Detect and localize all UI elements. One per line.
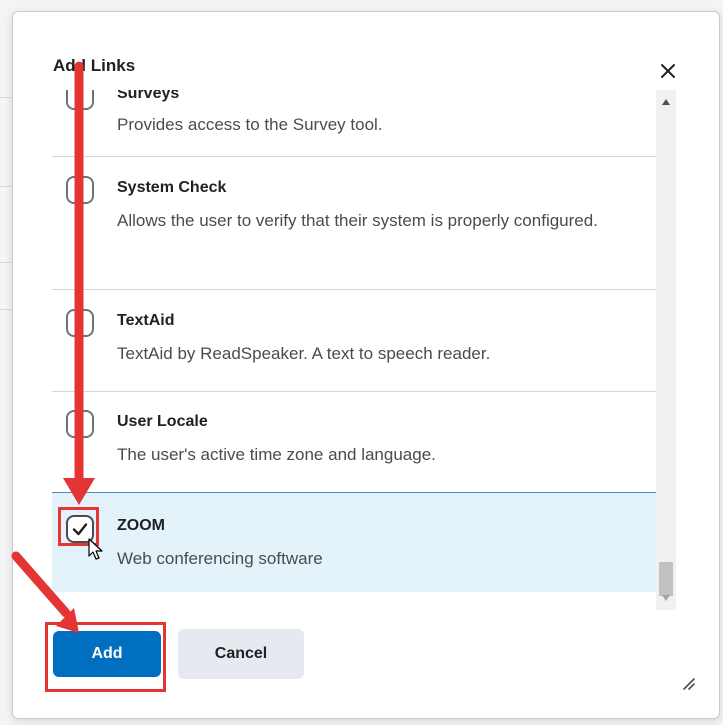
checkbox-textaid[interactable] <box>66 309 94 337</box>
item-title: Surveys <box>117 90 180 102</box>
item-title: TextAid <box>117 312 175 329</box>
item-description: Allows the user to verify that their sys… <box>117 211 598 230</box>
checkbox-surveys[interactable] <box>66 90 94 110</box>
list-item-system-check[interactable]: System Check Allows the user to verify t… <box>52 157 656 290</box>
item-description: The user's active time zone and language… <box>117 445 436 464</box>
check-icon <box>72 523 88 536</box>
scroll-up-arrow-icon <box>662 99 670 105</box>
item-title: User Locale <box>117 413 208 430</box>
checkbox-user-locale[interactable] <box>66 410 94 438</box>
scroll-down-arrow-icon <box>662 595 670 601</box>
list-item-user-locale[interactable]: User Locale The user's active time zone … <box>52 392 656 493</box>
item-title: ZOOM <box>117 517 165 534</box>
add-links-dialog: Add Links Surveys Provides access to the… <box>12 11 720 719</box>
checkbox-system-check[interactable] <box>66 176 94 204</box>
cancel-button[interactable]: Cancel <box>178 629 304 679</box>
list-item-surveys[interactable]: Surveys Provides access to the Survey to… <box>52 90 656 157</box>
item-description: Web conferencing software <box>117 549 323 568</box>
close-icon <box>661 64 675 78</box>
resize-handle-icon[interactable] <box>681 676 695 690</box>
add-button[interactable]: Add <box>53 631 161 677</box>
scroll-down-button[interactable] <box>656 590 676 606</box>
scroll-up-button[interactable] <box>656 94 676 110</box>
links-list: Surveys Provides access to the Survey to… <box>52 90 656 592</box>
list-item-zoom[interactable]: ZOOM Web conferencing software <box>52 492 656 592</box>
item-description: Provides access to the Survey tool. <box>117 115 383 134</box>
dialog-title: Add Links <box>53 56 142 76</box>
item-title: System Check <box>117 179 227 196</box>
close-button[interactable] <box>653 56 683 86</box>
list-item-textaid[interactable]: TextAid TextAid by ReadSpeaker. A text t… <box>52 290 656 392</box>
checkbox-zoom[interactable] <box>66 515 94 543</box>
item-description: TextAid by ReadSpeaker. A text to speech… <box>117 344 491 363</box>
list-scrollbar[interactable] <box>656 90 676 610</box>
